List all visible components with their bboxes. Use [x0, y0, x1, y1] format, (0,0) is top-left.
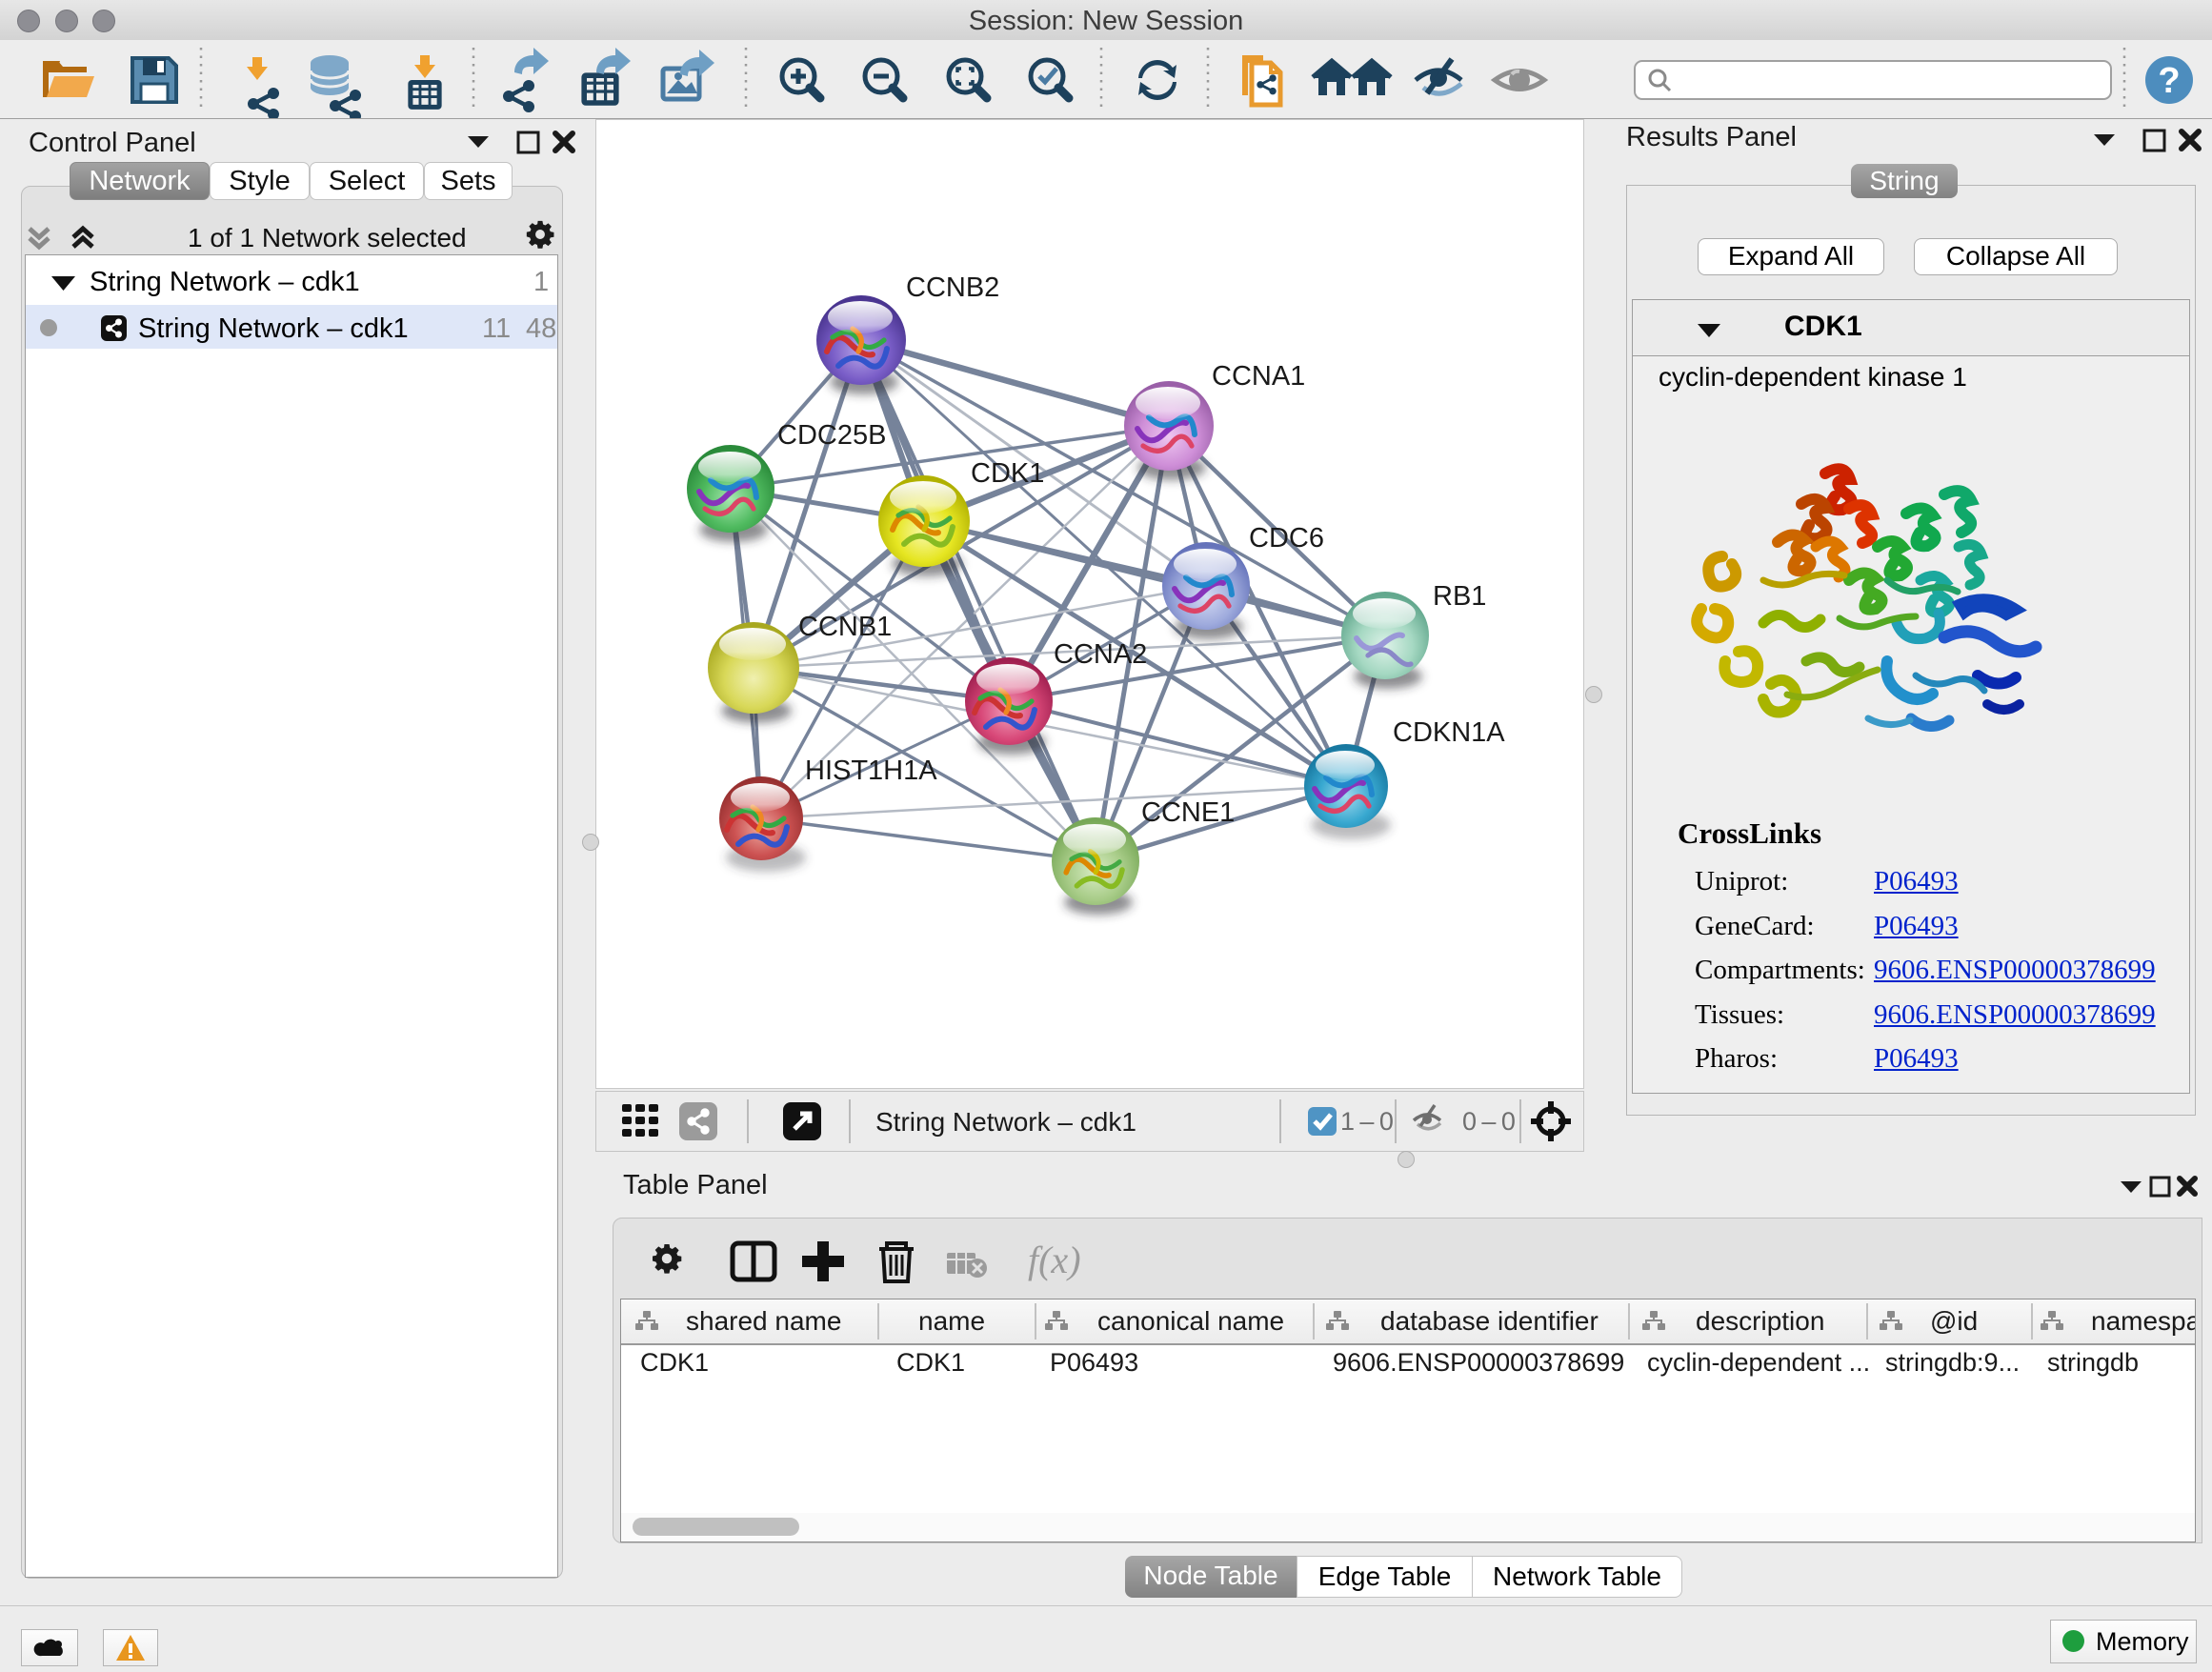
svg-text:CDK1: CDK1 — [971, 458, 1044, 489]
svg-text:CDC25B: CDC25B — [777, 420, 886, 451]
svg-text:CDKN1A: CDKN1A — [1393, 717, 1505, 748]
svg-text:HIST1H1A: HIST1H1A — [805, 755, 937, 786]
svg-text:String Network – cdk1: String Network – cdk1 — [875, 1107, 1136, 1137]
svg-text:CCNA2: CCNA2 — [1054, 639, 1147, 670]
svg-text:0 – 0: 0 – 0 — [1462, 1107, 1516, 1136]
svg-text:CDC6: CDC6 — [1249, 523, 1324, 554]
svg-text:f(x): f(x) — [1028, 1239, 1081, 1281]
svg-text:CCNB1: CCNB1 — [798, 612, 892, 642]
svg-text:CCNE1: CCNE1 — [1141, 797, 1235, 828]
svg-text:?: ? — [2158, 61, 2180, 101]
svg-text:RB1: RB1 — [1433, 581, 1486, 612]
svg-text:CCNA1: CCNA1 — [1212, 361, 1305, 392]
svg-text:CCNB2: CCNB2 — [906, 272, 999, 303]
svg-text:1 – 0: 1 – 0 — [1340, 1107, 1394, 1136]
